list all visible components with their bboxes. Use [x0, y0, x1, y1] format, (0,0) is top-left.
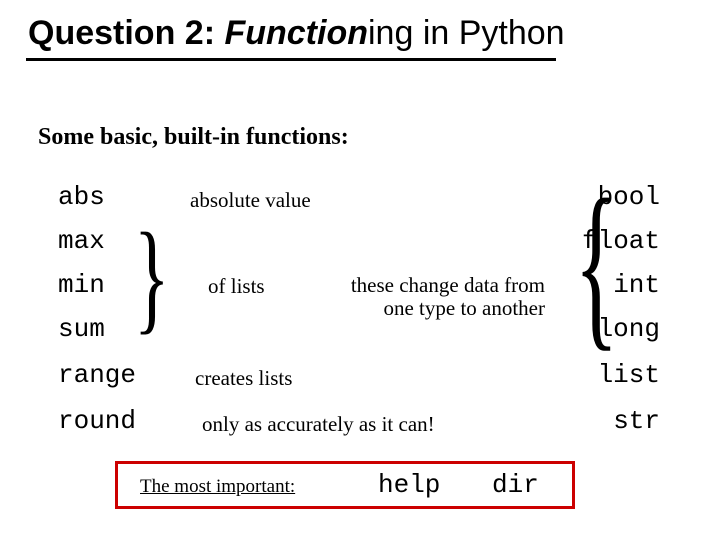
- type-str: str: [613, 406, 660, 436]
- brace-left-icon: }: [134, 215, 170, 339]
- desc-absval: absolute value: [190, 188, 311, 213]
- fn-round: round: [58, 406, 178, 436]
- desc-change: these change data from one type to anoth…: [345, 274, 545, 320]
- type-int: int: [613, 270, 660, 300]
- desc-important: The most important:: [140, 476, 295, 498]
- desc-change-line1: these change data from: [351, 273, 545, 297]
- slide-title: Question 2: Functioning in Python: [28, 14, 565, 53]
- title-italic: Function: [224, 14, 368, 52]
- desc-round: only as accurately as it can!: [202, 412, 435, 437]
- subtitle: Some basic, built-in functions:: [38, 124, 349, 151]
- title-suffix: ing in Python: [368, 14, 565, 52]
- fn-help: help: [378, 470, 440, 500]
- title-underline: [26, 58, 556, 61]
- fn-range: range: [58, 360, 178, 390]
- title-prefix: Question 2:: [28, 14, 224, 52]
- desc-oflists: of lists: [208, 274, 265, 299]
- desc-change-line2: one type to another: [383, 296, 545, 320]
- fn-dir: dir: [492, 470, 539, 500]
- desc-creates: creates lists: [195, 366, 292, 391]
- brace-right-icon: {: [574, 172, 618, 357]
